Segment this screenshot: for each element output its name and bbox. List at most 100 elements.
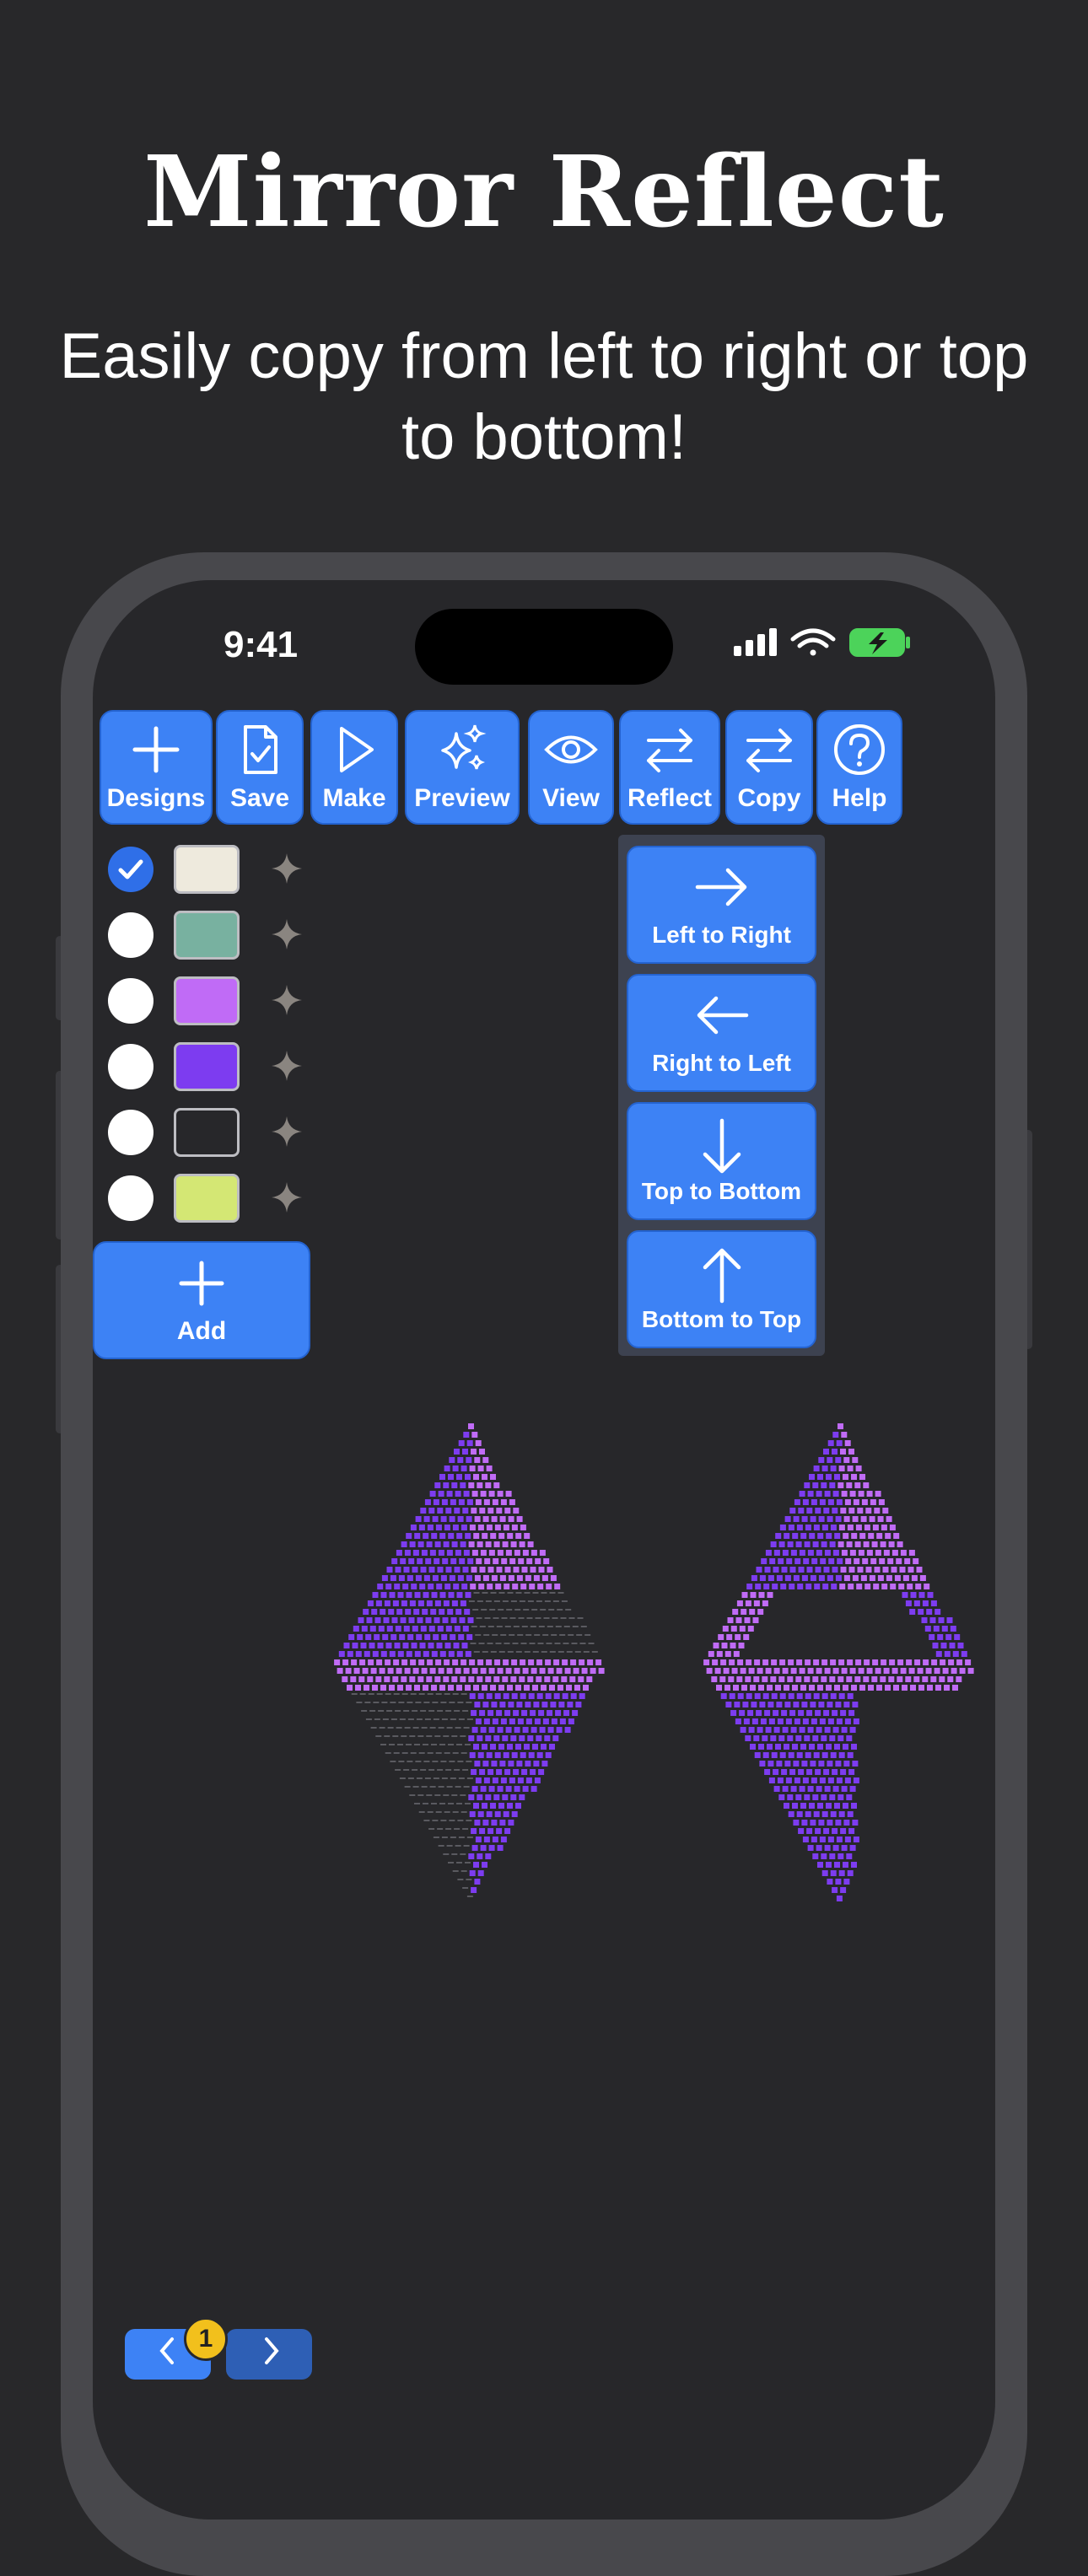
color-swatch[interactable] [174,976,240,1025]
color-row[interactable] [108,911,327,961]
design-bead [924,1584,930,1589]
color-swatch[interactable] [174,1042,240,1091]
design-bead [509,1499,515,1505]
design-bead [900,1550,907,1556]
design-bead [479,1710,486,1716]
design-bead [483,1718,490,1724]
design-bead [781,1710,788,1716]
design-bead [368,1693,374,1695]
design-bead [444,1693,450,1695]
preview-button[interactable]: Preview [405,710,520,825]
design-bead [823,1769,830,1775]
design-bead [418,1752,425,1754]
sparkle-icon[interactable] [270,852,304,890]
designs-button[interactable]: Designs [100,710,213,825]
design-bead [475,1440,482,1446]
add-color-button[interactable]: Add [93,1241,310,1359]
design-bead [479,1449,485,1455]
make-button[interactable]: Make [310,710,398,825]
design-bead [503,1752,509,1758]
color-swatch[interactable] [174,911,240,960]
design-bead [854,1676,861,1682]
design-bead [423,1702,430,1703]
color-row[interactable] [108,1042,327,1093]
design-bead [434,1558,440,1564]
color-row[interactable] [108,845,327,895]
design-bead [836,1837,843,1842]
help-button[interactable]: Help [816,710,902,825]
design-bead [463,1727,470,1729]
question-circle-icon [834,724,885,775]
design-bead [521,1769,528,1775]
view-label: View [542,784,600,812]
design-preview-left[interactable] [325,1417,611,1906]
design-bead [515,1685,521,1691]
save-button[interactable]: Save [216,710,304,825]
design-bead [545,1693,552,1699]
design-bead [432,1761,439,1762]
design-bead [889,1659,896,1665]
design-bead [838,1794,844,1800]
design-bead [454,1769,461,1771]
design-bead [414,1592,421,1598]
design-bead [894,1575,901,1581]
design-bead [428,1828,435,1830]
top-to-bottom-button[interactable]: Top to Bottom [627,1102,816,1220]
sparkle-icon[interactable] [270,1049,304,1087]
color-row[interactable] [108,976,327,1027]
design-bead [806,1508,813,1514]
design-bead [720,1659,727,1665]
sparkle-icon[interactable] [270,983,304,1021]
color-radio[interactable] [108,1175,154,1221]
design-bead [844,1718,851,1724]
view-button[interactable]: View [528,710,614,825]
design-bead [845,1558,852,1564]
color-swatch[interactable] [174,1108,240,1157]
design-bead [826,1862,832,1868]
design-bead [764,1710,771,1716]
color-radio-selected[interactable] [108,847,154,892]
design-bead [533,1761,540,1767]
color-row[interactable] [108,1108,327,1159]
design-bead [724,1685,730,1691]
color-row[interactable] [108,1174,327,1224]
design-bead [591,1651,598,1653]
design-bead [402,1584,409,1589]
color-swatch[interactable] [174,1174,240,1223]
design-bead [533,1575,540,1581]
reflect-button[interactable]: Reflect [619,710,720,825]
design-bead [544,1676,551,1682]
design-bead [395,1769,401,1771]
design-bead [490,1533,497,1539]
sparkle-icon[interactable] [270,1115,304,1153]
design-bead [531,1786,537,1792]
color-radio[interactable] [108,1044,154,1089]
design-bead [809,1533,816,1539]
design-bead [798,1828,805,1834]
design-bead [854,1482,861,1488]
color-radio[interactable] [108,1110,154,1155]
design-bead [399,1718,406,1720]
design-bead [860,1575,867,1581]
design-bead [469,1811,476,1817]
design-bead [826,1803,832,1809]
design-bead [531,1609,538,1611]
design-bead [395,1626,401,1632]
copy-button[interactable]: Copy [725,710,813,825]
color-radio[interactable] [108,912,154,958]
design-bead [458,1837,465,1838]
design-bead [756,1710,762,1716]
color-radio[interactable] [108,978,154,1024]
design-bead [465,1533,471,1539]
right-to-left-button[interactable]: Right to Left [627,974,816,1092]
design-bead [456,1592,463,1598]
next-page-button[interactable] [226,2329,312,2380]
left-to-right-button[interactable]: Left to Right [627,846,816,964]
color-swatch[interactable] [174,845,240,894]
design-bead [549,1592,556,1594]
sparkle-icon[interactable] [270,917,304,955]
bottom-to-top-button[interactable]: Bottom to Top [627,1230,816,1348]
design-bead [527,1541,534,1547]
design-preview-right[interactable] [694,1417,981,1906]
sparkle-icon[interactable] [270,1180,304,1218]
